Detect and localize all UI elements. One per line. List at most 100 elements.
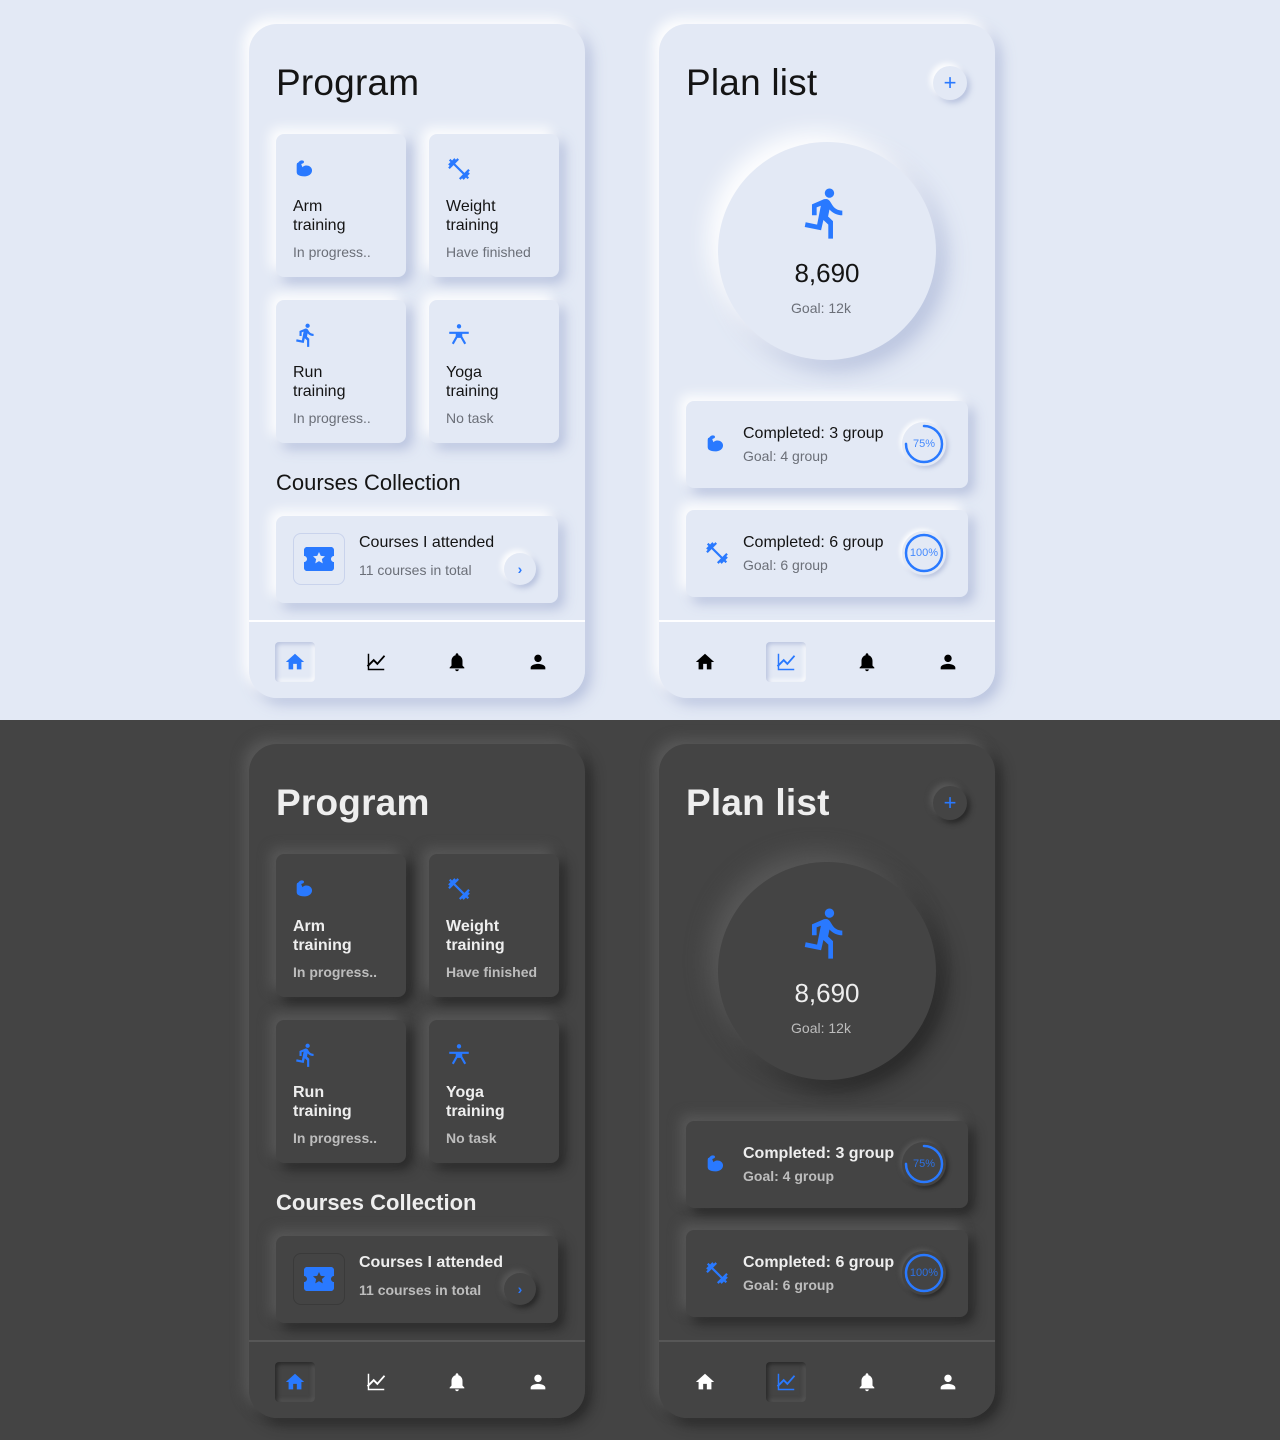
nav-profile[interactable] bbox=[518, 1362, 558, 1402]
card-title: training bbox=[293, 1103, 352, 1120]
course-title: Courses I attended bbox=[359, 534, 495, 551]
course-title: Courses I attended bbox=[359, 1254, 504, 1271]
card-title: Yoga bbox=[446, 364, 482, 381]
plan-item-goal: Goal: 4 group bbox=[743, 448, 828, 464]
plan-item[interactable]: Completed: 6 group Goal: 6 group 100% bbox=[686, 510, 968, 597]
card-title: Weight bbox=[446, 918, 500, 935]
card-title: training bbox=[446, 937, 505, 954]
nav-stats[interactable] bbox=[356, 1362, 396, 1402]
program-card-arm[interactable]: Arm training In progress.. bbox=[276, 854, 406, 997]
ticket-star-icon bbox=[301, 1261, 337, 1297]
add-plan-button[interactable]: + bbox=[933, 786, 967, 820]
bell-icon bbox=[446, 651, 468, 673]
bottom-nav bbox=[249, 1340, 585, 1418]
program-card-yoga[interactable]: Yoga training No task bbox=[429, 300, 559, 443]
steps-counter: 8,690 Goal: 12k bbox=[718, 862, 936, 1080]
arm-muscle-icon bbox=[293, 876, 319, 902]
card-status: In progress.. bbox=[293, 410, 371, 426]
yoga-icon bbox=[446, 1042, 472, 1068]
nav-stats[interactable] bbox=[356, 642, 396, 682]
program-card-yoga[interactable]: Yoga training No task bbox=[429, 1020, 559, 1163]
page-title: Program bbox=[276, 782, 430, 823]
progress-ring: 75% bbox=[902, 422, 946, 466]
page-title: Plan list bbox=[686, 782, 830, 823]
nav-notifications[interactable] bbox=[847, 1362, 887, 1402]
nav-profile[interactable] bbox=[928, 1362, 968, 1402]
run-icon bbox=[798, 902, 854, 964]
arm-muscle-icon bbox=[704, 431, 730, 457]
course-subtitle: 11 courses in total bbox=[359, 1282, 482, 1298]
program-card-weight[interactable]: Weight training Have finished bbox=[429, 134, 559, 277]
steps-goal: Goal: 12k bbox=[791, 1020, 851, 1036]
progress-ring: 75% bbox=[902, 1142, 946, 1186]
courses-attended-card[interactable]: Courses I attended 11 courses in total › bbox=[276, 1236, 558, 1323]
ticket-star-icon bbox=[301, 541, 337, 577]
person-icon bbox=[937, 1371, 959, 1393]
home-icon bbox=[694, 651, 716, 673]
chart-icon bbox=[365, 1371, 387, 1393]
plus-icon: + bbox=[943, 790, 957, 815]
card-title: training bbox=[293, 383, 346, 400]
nav-home[interactable] bbox=[685, 642, 725, 682]
card-title: Run bbox=[293, 364, 323, 381]
progress-label: 75% bbox=[912, 438, 936, 450]
run-icon bbox=[293, 1042, 319, 1068]
card-status: In progress.. bbox=[293, 1130, 378, 1146]
nav-notifications[interactable] bbox=[847, 642, 887, 682]
person-icon bbox=[527, 651, 549, 673]
nav-home[interactable] bbox=[275, 642, 315, 682]
progress-ring: 100% bbox=[902, 531, 946, 575]
section-title: Courses Collection bbox=[276, 470, 461, 495]
plan-item[interactable]: Completed: 6 group Goal: 6 group 100% bbox=[686, 1230, 968, 1317]
add-plan-button[interactable]: + bbox=[933, 66, 967, 100]
plan-list-screen: Plan list + 8,690 Goal: 12k Completed: 3… bbox=[659, 24, 995, 698]
program-card-run[interactable]: Run training In progress.. bbox=[276, 300, 406, 443]
progress-label: 100% bbox=[909, 547, 939, 559]
card-title: Weight bbox=[446, 198, 496, 215]
program-card-weight[interactable]: Weight training Have finished bbox=[429, 854, 559, 997]
light-theme-section: Program Arm training In progress.. Weight… bbox=[0, 0, 1280, 720]
dumbbell-icon bbox=[446, 156, 472, 182]
nav-profile[interactable] bbox=[518, 642, 558, 682]
nav-home[interactable] bbox=[275, 1362, 315, 1402]
steps-value: 8,690 bbox=[794, 978, 860, 1008]
run-icon bbox=[293, 322, 319, 348]
plan-item-title: Completed: 6 group bbox=[743, 534, 884, 551]
bottom-nav bbox=[659, 620, 995, 698]
card-title: training bbox=[446, 1103, 505, 1120]
program-screen: Program Arm training In progress.. Weight… bbox=[249, 24, 585, 698]
program-card-run[interactable]: Run training In progress.. bbox=[276, 1020, 406, 1163]
home-icon bbox=[284, 1371, 306, 1393]
card-title: Yoga bbox=[446, 1084, 484, 1101]
bell-icon bbox=[856, 1371, 878, 1393]
run-icon bbox=[798, 182, 854, 244]
program-screen: Program Arm training In progress.. Weight… bbox=[249, 744, 585, 1418]
open-courses-button[interactable]: › bbox=[504, 553, 536, 585]
bell-icon bbox=[856, 651, 878, 673]
nav-profile[interactable] bbox=[928, 642, 968, 682]
program-card-arm[interactable]: Arm training In progress.. bbox=[276, 134, 406, 277]
nav-stats[interactable] bbox=[766, 642, 806, 682]
nav-stats[interactable] bbox=[766, 1362, 806, 1402]
dark-theme-section: Program Arm training In progress.. Weight… bbox=[0, 720, 1280, 1440]
nav-notifications[interactable] bbox=[437, 642, 477, 682]
card-status: Have finished bbox=[446, 964, 538, 980]
card-status: In progress.. bbox=[293, 964, 378, 980]
progress-label: 75% bbox=[912, 1158, 936, 1170]
bottom-nav bbox=[249, 620, 585, 698]
open-courses-button[interactable]: › bbox=[504, 1273, 536, 1305]
card-title: Arm bbox=[293, 198, 323, 215]
courses-attended-card[interactable]: Courses I attended 11 courses in total › bbox=[276, 516, 558, 603]
section-title: Courses Collection bbox=[276, 1190, 477, 1215]
plan-item[interactable]: Completed: 3 group Goal: 4 group 75% bbox=[686, 1121, 968, 1208]
plus-icon: + bbox=[943, 70, 957, 95]
plan-item-goal: Goal: 6 group bbox=[743, 557, 828, 573]
person-icon bbox=[527, 1371, 549, 1393]
nav-notifications[interactable] bbox=[437, 1362, 477, 1402]
plan-item[interactable]: Completed: 3 group Goal: 4 group 75% bbox=[686, 401, 968, 488]
card-status: No task bbox=[446, 1130, 497, 1146]
home-icon bbox=[694, 1371, 716, 1393]
plan-item-title: Completed: 3 group bbox=[743, 425, 884, 442]
nav-home[interactable] bbox=[685, 1362, 725, 1402]
card-title: training bbox=[293, 937, 352, 954]
